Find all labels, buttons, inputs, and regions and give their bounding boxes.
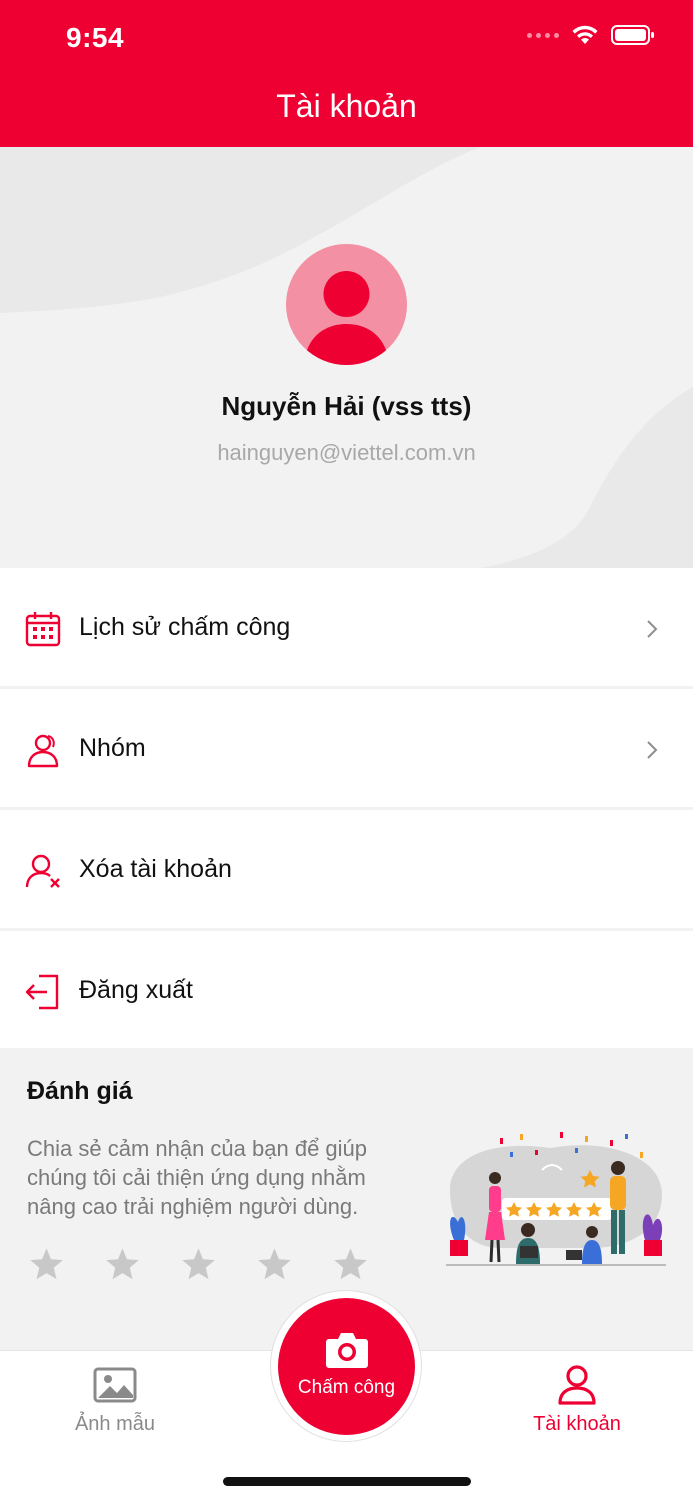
star-icon[interactable] xyxy=(256,1246,293,1283)
menu-item-label: Đăng xuất xyxy=(79,975,193,1004)
star-icon[interactable] xyxy=(28,1246,65,1283)
logout-icon xyxy=(25,974,59,1010)
group-user-icon xyxy=(27,734,59,768)
wifi-icon xyxy=(572,25,598,44)
menu-item-attendance-history[interactable]: Lịch sử chấm công xyxy=(0,568,693,686)
chevron-right-icon xyxy=(647,741,658,759)
signal-icon xyxy=(527,32,559,38)
camera-icon xyxy=(326,1333,368,1368)
tab-account[interactable]: Tài khoản xyxy=(497,1351,657,1451)
user-name: Nguyễn Hải (vss tts) xyxy=(221,391,472,421)
account-menu: Lịch sử chấm công Nhóm Xóa tài khoản Đăn… xyxy=(0,568,693,1049)
review-illustration xyxy=(446,1132,666,1266)
status-icons xyxy=(527,24,655,46)
avatar[interactable] xyxy=(286,244,407,365)
menu-item-delete-account[interactable]: Xóa tài khoản xyxy=(0,810,693,928)
image-icon xyxy=(93,1367,137,1403)
home-indicator xyxy=(223,1477,471,1486)
profile-section: Nguyễn Hải (vss tts) hainguyen@viettel.c… xyxy=(0,147,693,568)
page-title: Tài khoản xyxy=(276,88,417,124)
attendance-camera-button[interactable]: Chấm công xyxy=(278,1298,415,1435)
user-remove-icon xyxy=(25,854,60,888)
review-title: Đánh giá xyxy=(27,1077,133,1105)
menu-item-label: Nhóm xyxy=(79,733,146,762)
menu-item-group[interactable]: Nhóm xyxy=(0,689,693,807)
tab-sample-photos[interactable]: Ảnh mẫu xyxy=(35,1351,195,1451)
user-silhouette-icon xyxy=(304,271,389,365)
user-email: hainguyen@viettel.com.vn xyxy=(217,440,476,465)
chevron-right-icon xyxy=(647,620,658,638)
battery-icon xyxy=(611,25,654,45)
menu-item-logout[interactable]: Đăng xuất xyxy=(0,931,693,1049)
menu-item-label: Lịch sử chấm công xyxy=(79,612,291,641)
menu-item-label: Xóa tài khoản xyxy=(79,854,232,883)
attendance-button-label: Chấm công xyxy=(297,1377,396,1398)
review-description: Chia sẻ cảm nhận của bạn để giúp chúng t… xyxy=(27,1136,368,1219)
tab-label: Ảnh mẫu xyxy=(74,1413,156,1435)
app-header: 9:54 Tài khoản xyxy=(0,0,693,147)
user-icon xyxy=(558,1365,596,1405)
calendar-icon xyxy=(25,612,61,647)
tab-label: Tài khoản xyxy=(533,1413,621,1435)
status-time: 9:54 xyxy=(66,22,125,53)
star-icon[interactable] xyxy=(104,1246,141,1283)
star-icon[interactable] xyxy=(332,1246,369,1283)
star-rating xyxy=(28,1246,369,1283)
star-icon[interactable] xyxy=(180,1246,217,1283)
